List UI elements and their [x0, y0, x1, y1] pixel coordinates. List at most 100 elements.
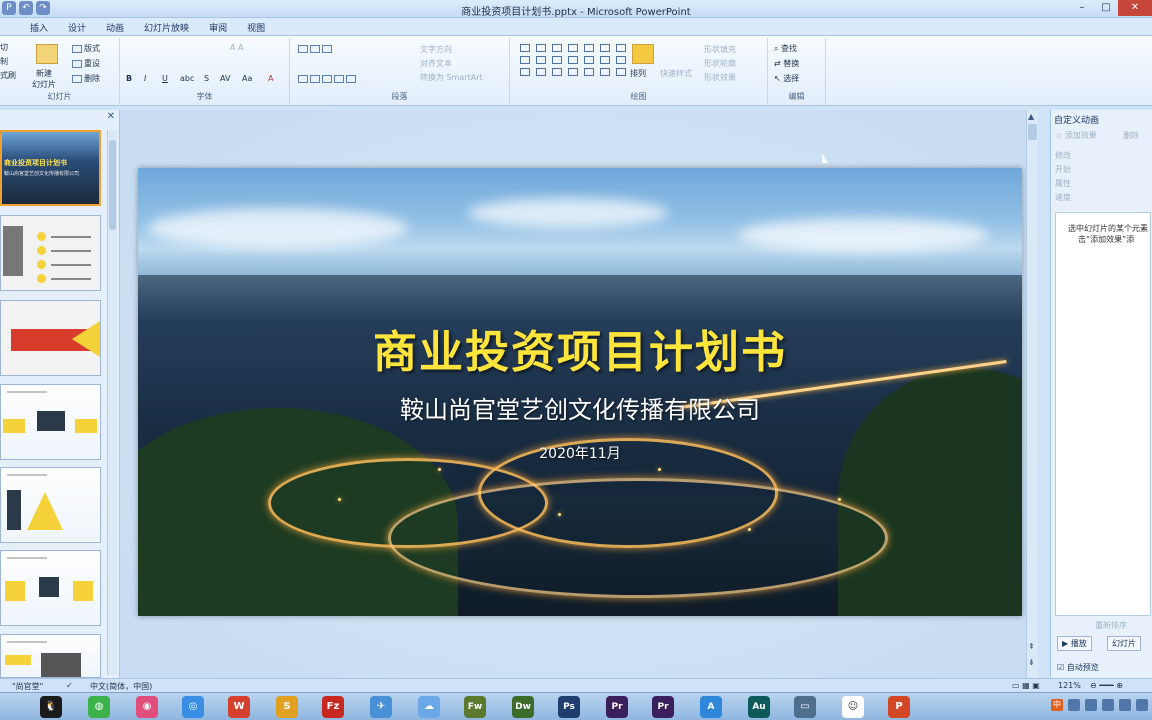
- browser-icon[interactable]: ◉: [136, 696, 158, 718]
- align-buttons[interactable]: [298, 74, 358, 83]
- shape-icon[interactable]: [536, 68, 546, 76]
- slide-editing-area[interactable]: 商业投资项目计划书 鞍山尚官堂艺创文化传播有限公司 2020年11月 ▲ ⇞ ⇟: [120, 110, 1038, 678]
- shape-icon[interactable]: [520, 44, 530, 52]
- italic-button[interactable]: I: [144, 74, 146, 83]
- network-icon[interactable]: [1102, 699, 1114, 711]
- slide-thumbnail-7[interactable]: [0, 634, 101, 678]
- tab-slideshow[interactable]: 幻灯片放映: [134, 18, 199, 35]
- close-panel-icon[interactable]: ✕: [107, 111, 115, 122]
- add-effect-button[interactable]: ☆ 添加效果: [1055, 130, 1097, 141]
- slide-date[interactable]: 2020年11月: [138, 443, 1022, 463]
- arrange-button[interactable]: 排列: [630, 68, 646, 79]
- remove-effect-button[interactable]: 删除: [1123, 130, 1139, 141]
- shield-icon[interactable]: [1085, 699, 1097, 711]
- photoshop-icon[interactable]: Ps: [558, 696, 580, 718]
- prev-slide-icon[interactable]: ⇞: [1028, 642, 1035, 651]
- wps-icon[interactable]: W: [228, 696, 250, 718]
- slide-thumbnail-4[interactable]: [0, 384, 101, 460]
- slide-thumbnail-6[interactable]: [0, 550, 101, 626]
- language-indicator[interactable]: 中文(简体，中国): [90, 681, 152, 692]
- sublime-icon[interactable]: S: [276, 696, 298, 718]
- select-button[interactable]: ↖ 选择: [774, 73, 799, 84]
- play-button[interactable]: ▶ 播放: [1057, 636, 1092, 651]
- cut-button[interactable]: 切: [0, 42, 8, 53]
- shape-effects-button[interactable]: 形状效果: [704, 72, 736, 83]
- scroll-thumb[interactable]: [109, 140, 116, 230]
- underline-button[interactable]: U: [162, 74, 168, 83]
- wechat-icon[interactable]: ◍: [88, 696, 110, 718]
- shape-outline-button[interactable]: 形状轮廓: [704, 58, 736, 69]
- shape-icon[interactable]: [616, 68, 626, 76]
- autopreview-checkbox[interactable]: ☑ 自动预览: [1057, 662, 1099, 673]
- shape-icon[interactable]: [520, 56, 530, 64]
- dreamweaver-icon[interactable]: Dw: [512, 696, 534, 718]
- shape-icon[interactable]: [584, 44, 594, 52]
- smartart-button[interactable]: 转换为 SmartArt: [420, 72, 483, 83]
- slide-thumbnail-1[interactable]: 商业投资项目计划书 鞍山尚官堂艺创文化传播有限公司: [0, 130, 101, 206]
- volume-icon[interactable]: [1119, 699, 1131, 711]
- layout-button[interactable]: 版式: [72, 43, 100, 54]
- shape-icon[interactable]: [600, 44, 610, 52]
- current-slide[interactable]: 商业投资项目计划书 鞍山尚官堂艺创文化传播有限公司 2020年11月: [138, 168, 1022, 616]
- tab-design[interactable]: 设计: [58, 18, 96, 35]
- shape-icon[interactable]: [584, 68, 594, 76]
- premiere-icon[interactable]: Pr: [606, 696, 628, 718]
- scroll-up-icon[interactable]: ▲: [1028, 112, 1034, 121]
- text-direction-button[interactable]: 文字方向: [420, 44, 452, 55]
- filezilla-icon[interactable]: Fz: [322, 696, 344, 718]
- copy-button[interactable]: 制: [0, 56, 8, 67]
- qq-icon[interactable]: 🐧: [40, 696, 62, 718]
- format-painter-button[interactable]: 式刷: [0, 70, 16, 81]
- slide-thumbnail-5[interactable]: [0, 467, 101, 543]
- char-spacing-button[interactable]: AV: [220, 74, 230, 83]
- shape-icon[interactable]: [536, 56, 546, 64]
- shape-icon[interactable]: [520, 68, 530, 76]
- slideshow-button[interactable]: 幻灯片: [1107, 636, 1141, 651]
- slide-title[interactable]: 商业投资项目计划书: [138, 316, 1022, 380]
- tab-view[interactable]: 视图: [237, 18, 275, 35]
- view-buttons[interactable]: ▭ ▦ ▣: [1012, 681, 1040, 690]
- thumbnail-scrollbar[interactable]: [107, 130, 117, 675]
- ime-icon[interactable]: 中: [1051, 699, 1063, 711]
- shape-icon[interactable]: [568, 68, 578, 76]
- chrome-icon[interactable]: ◎: [182, 696, 204, 718]
- quick-styles-button[interactable]: 快速样式: [660, 68, 692, 79]
- change-case-button[interactable]: Aa: [242, 74, 252, 83]
- shape-icon[interactable]: [600, 68, 610, 76]
- spellcheck-icon[interactable]: ✓: [66, 681, 73, 690]
- tray-icon[interactable]: [1068, 699, 1080, 711]
- align-text-button[interactable]: 对齐文本: [420, 58, 452, 69]
- tab-insert[interactable]: 插入: [20, 18, 58, 35]
- audition-icon[interactable]: Au: [748, 696, 770, 718]
- font-color-button[interactable]: A: [268, 74, 273, 83]
- next-slide-icon[interactable]: ⇟: [1028, 658, 1035, 667]
- close-button[interactable]: ✕: [1118, 0, 1152, 16]
- bullets-button[interactable]: [298, 44, 334, 53]
- netdisk-icon[interactable]: ☁: [418, 696, 440, 718]
- animation-list[interactable]: 选中幻灯片的某个元素 击“添加效果”添: [1055, 212, 1151, 616]
- shape-fill-button[interactable]: 形状填充: [704, 44, 736, 55]
- shape-icon[interactable]: [616, 56, 626, 64]
- shadow-button[interactable]: abc: [180, 74, 194, 83]
- feiq-icon[interactable]: ✈: [370, 696, 392, 718]
- bold-button[interactable]: B: [126, 74, 132, 83]
- shape-icon[interactable]: [552, 56, 562, 64]
- replace-button[interactable]: ⇄ 替换: [774, 58, 799, 69]
- shape-icon[interactable]: [552, 68, 562, 76]
- shape-icon[interactable]: [568, 56, 578, 64]
- remote-desktop-icon[interactable]: ▭: [794, 696, 816, 718]
- slide-thumbnail-3[interactable]: [0, 300, 101, 376]
- minimize-button[interactable]: –: [1070, 0, 1094, 16]
- scroll-thumb[interactable]: [1028, 124, 1037, 140]
- delete-slide-button[interactable]: 删除: [72, 73, 100, 84]
- shape-icon[interactable]: [552, 44, 562, 52]
- tab-animation[interactable]: 动画: [96, 18, 134, 35]
- shape-icon[interactable]: [584, 56, 594, 64]
- fireworks-icon[interactable]: Fw: [464, 696, 486, 718]
- shapes-gallery[interactable]: [520, 44, 628, 76]
- shape-icon[interactable]: [568, 44, 578, 52]
- zoom-level[interactable]: 121%: [1058, 681, 1081, 690]
- shape-icon[interactable]: [616, 44, 626, 52]
- shape-icon[interactable]: [600, 56, 610, 64]
- slide-thumbnail-2[interactable]: [0, 215, 101, 291]
